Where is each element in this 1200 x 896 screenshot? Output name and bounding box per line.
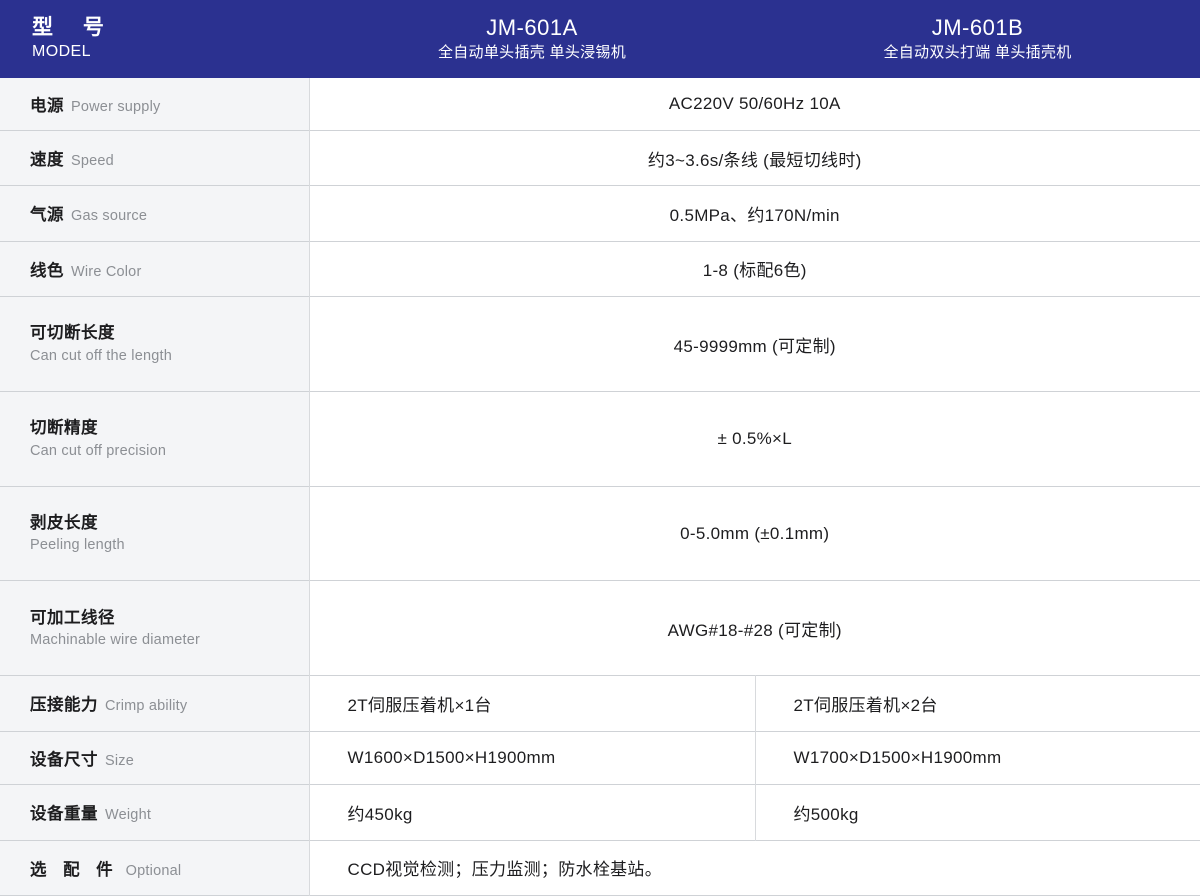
row-value-gas-source: 0.5MPa、约170N/min <box>309 185 1200 242</box>
row-label-gas-source: 气源 Gas source <box>0 185 310 242</box>
table-body: 电源 Power supply AC220V 50/60Hz 10A 速度 Spee… <box>0 78 1200 896</box>
label-cn: 剥皮长度 <box>30 513 98 532</box>
table-row: 可加工线径 Machinable wire diameter AWG#18-#2… <box>0 580 1200 676</box>
row-label-power-supply: 电源 Power supply <box>0 78 310 131</box>
model-name-a: JM-601A <box>486 15 578 41</box>
label-en: Machinable wire diameter <box>30 632 201 649</box>
row-value-optional: CCD视觉检测；压力监测；防水栓基站。 <box>309 840 1200 896</box>
row-value-wire-diameter: AWG#18-#28 (可定制) <box>309 580 1200 676</box>
label-en: Size <box>105 752 135 769</box>
label-cn: 压接能力 <box>30 696 98 715</box>
row-label-cut-length: 可切断长度 Can cut off the length <box>0 296 310 392</box>
row-value-weight-b: 约500kg <box>754 784 1200 840</box>
label-en: Peeling length <box>30 537 125 554</box>
table-row: 速度 Speed 约3~3.6s/条线 (最短切线时) <box>0 130 1200 186</box>
label-en: Can cut off precision <box>30 442 167 459</box>
row-label-size: 设备尺寸 Size <box>0 731 310 785</box>
row-label-crimp-ability: 压接能力 Crimp ability <box>0 675 310 732</box>
table-row: 设备尺寸 Size W1600×D1500×H1900mm W1700×D1500… <box>0 731 1200 785</box>
row-value-cut-precision: ± 0.5%×L <box>309 391 1200 487</box>
row-label-weight: 设备重量 Weight <box>0 784 310 840</box>
table-row: 剥皮长度 Peeling length 0-5.0mm (±0.1mm) <box>0 486 1200 581</box>
label-cn: 可切断长度 <box>30 324 115 343</box>
table-row: 气源 Gas source 0.5MPa、约170N/min <box>0 185 1200 242</box>
column-header-jm601a: JM-601A 全自动单头插壳 单头浸锡机 <box>309 0 755 78</box>
row-value-peeling-length: 0-5.0mm (±0.1mm) <box>309 486 1200 581</box>
model-label-en: MODEL <box>32 42 91 60</box>
row-label-peeling-length: 剥皮长度 Peeling length <box>0 486 310 581</box>
row-value-power-supply: AC220V 50/60Hz 10A <box>309 78 1200 131</box>
label-en: Gas source <box>71 208 148 225</box>
label-en: Wire Color <box>71 263 142 280</box>
row-value-wire-color: 1-8 (标配6色) <box>309 241 1200 297</box>
label-cn: 气源 <box>30 206 64 225</box>
row-label-speed: 速度 Speed <box>0 130 310 186</box>
table-row: 压接能力 Crimp ability 2T伺服压着机×1台 2T伺服压着机×2台 <box>0 675 1200 732</box>
row-label-wire-diameter: 可加工线径 Machinable wire diameter <box>0 580 310 676</box>
label-cn: 电源 <box>30 96 64 115</box>
table-row: 可切断长度 Can cut off the length 45-9999mm (… <box>0 296 1200 392</box>
label-en: Weight <box>105 807 152 824</box>
row-label-wire-color: 线色 Wire Color <box>0 241 310 297</box>
row-value-size-b: W1700×D1500×H1900mm <box>754 731 1200 785</box>
label-cn: 切断精度 <box>30 419 98 438</box>
table-row: 电源 Power supply AC220V 50/60Hz 10A <box>0 78 1200 131</box>
label-en: Optional <box>125 862 182 879</box>
label-cn: 设备尺寸 <box>30 750 98 769</box>
label-cn: 可加工线径 <box>30 608 115 627</box>
row-value-speed: 约3~3.6s/条线 (最短切线时) <box>309 130 1200 186</box>
model-name-b: JM-601B <box>931 15 1024 41</box>
row-value-size-a: W1600×D1500×H1900mm <box>309 731 755 785</box>
model-desc-a: 全自动单头插壳 单头浸锡机 <box>437 43 627 61</box>
row-value-crimp-ability-b: 2T伺服压着机×2台 <box>754 675 1200 732</box>
row-value-crimp-ability-a: 2T伺服压着机×1台 <box>309 675 755 732</box>
label-cn: 选 配 件 <box>30 860 119 879</box>
table-row: 设备重量 Weight 约450kg 约500kg <box>0 784 1200 840</box>
row-value-weight-a: 约450kg <box>309 784 755 840</box>
table-row: 切断精度 Can cut off precision ± 0.5%×L <box>0 391 1200 487</box>
model-desc-b: 全自动双头打端 单头插壳机 <box>883 43 1072 61</box>
label-cn: 线色 <box>30 261 64 280</box>
table-row: 选 配 件 Optional CCD视觉检测；压力监测；防水栓基站。 <box>0 840 1200 896</box>
label-en: Power supply <box>71 98 161 115</box>
label-cn: 速度 <box>30 151 64 169</box>
model-header-cell: 型 号 MODEL <box>0 0 309 78</box>
column-header-jm601b: JM-601B 全自动双头打端 单头插壳机 <box>755 0 1200 78</box>
row-value-cut-length: 45-9999mm (可定制) <box>309 296 1200 392</box>
table-header: 型 号 MODEL JM-601A 全自动单头插壳 单头浸锡机 JM-601B … <box>0 0 1200 78</box>
table-row: 线色 Wire Color 1-8 (标配6色) <box>0 241 1200 297</box>
label-en: Can cut off the length <box>30 347 172 364</box>
header-row: 型 号 MODEL JM-601A 全自动单头插壳 单头浸锡机 JM-601B … <box>0 0 1200 78</box>
row-label-cut-precision: 切断精度 Can cut off precision <box>0 391 310 487</box>
label-en: Speed <box>71 153 114 169</box>
specification-table: 型 号 MODEL JM-601A 全自动单头插壳 单头浸锡机 JM-601B … <box>0 0 1200 896</box>
model-label-cn: 型 号 <box>32 16 116 40</box>
row-label-optional: 选 配 件 Optional <box>0 840 310 896</box>
label-cn: 设备重量 <box>30 805 98 824</box>
label-en: Crimp ability <box>105 698 188 715</box>
